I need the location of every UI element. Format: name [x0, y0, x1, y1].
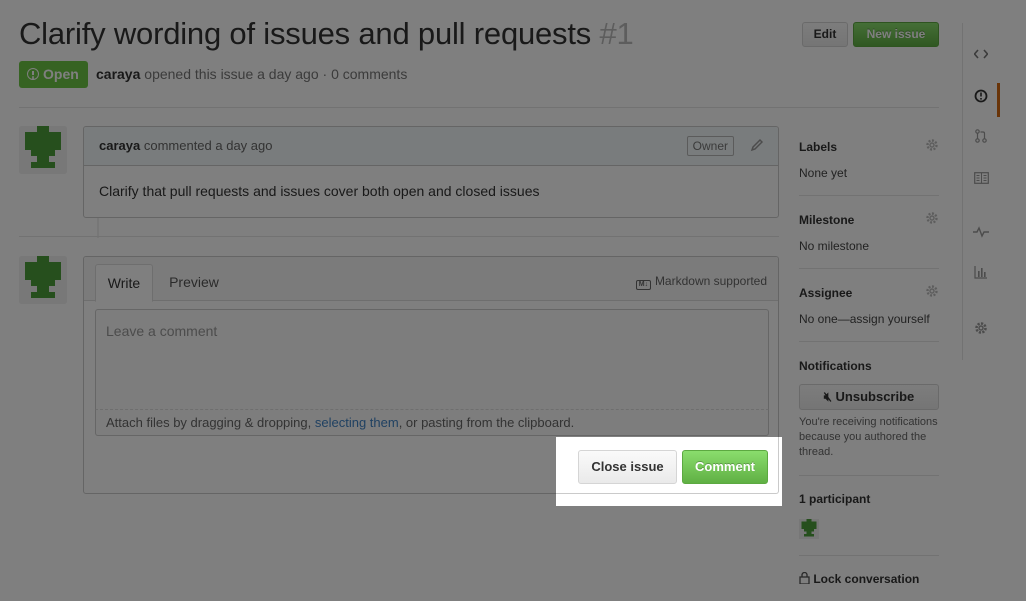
assignee-value[interactable]: No one—assign yourself	[799, 312, 939, 326]
issue-author-link[interactable]: caraya	[96, 66, 140, 82]
comment-box: caraya commented a day ago Owner Clarify…	[83, 126, 779, 218]
comment-body: Clarify that pull requests and issues co…	[99, 183, 540, 199]
issue-title-text: Clarify wording of issues and pull reque…	[19, 16, 592, 51]
notifications-note: You're receiving notifications because y…	[799, 416, 938, 458]
new-issue-button[interactable]: New issue	[853, 22, 939, 47]
issues-icon[interactable]	[972, 87, 990, 105]
wiki-icon[interactable]	[972, 169, 990, 187]
tab-write[interactable]: Write	[95, 264, 153, 302]
sidebar-divider	[799, 475, 939, 476]
comment-time[interactable]: commented a day ago	[144, 138, 273, 153]
select-files-link[interactable]: selecting them	[315, 415, 399, 430]
gear-icon[interactable]	[925, 138, 939, 157]
active-nav-indicator	[997, 83, 1000, 117]
notifications-title: Notifications	[799, 359, 872, 373]
markdown-icon: M↓	[635, 280, 651, 290]
attach-prefix: Attach files by dragging & dropping,	[106, 415, 315, 430]
graphs-icon[interactable]	[972, 263, 990, 281]
participants-section: 1 participant	[799, 492, 939, 506]
composer-tabs: Write Preview M↓ Markdown supported	[84, 257, 778, 302]
assignee-title: Assignee	[799, 286, 853, 300]
sidebar-divider	[799, 555, 939, 556]
repo-nav	[962, 23, 1026, 360]
milestone-value: No milestone	[799, 239, 870, 253]
lock-conversation-label: Lock conversation	[813, 572, 920, 586]
header-divider	[19, 107, 939, 108]
settings-icon[interactable]	[972, 319, 990, 337]
pencil-icon[interactable]	[750, 138, 764, 155]
issue-opened-icon	[27, 68, 39, 80]
issue-meta-text: opened this issue a day ago · 0 comments	[144, 66, 408, 82]
timeline-divider	[19, 236, 779, 237]
assignee-section: Assignee No one—assign yourself	[799, 284, 939, 326]
avatar[interactable]	[19, 126, 67, 174]
comment-header: caraya commented a day ago Owner	[84, 127, 778, 166]
issue-title: Clarify wording of issues and pull reque…	[19, 16, 634, 52]
timeline-line	[97, 218, 99, 238]
status-badge: Open	[19, 61, 88, 88]
comment-author-link[interactable]: caraya	[99, 138, 140, 153]
pull-request-icon[interactable]	[972, 127, 990, 145]
sidebar-divider	[799, 195, 939, 196]
sidebar-divider	[799, 268, 939, 269]
markdown-hint-text: Markdown supported	[654, 274, 767, 288]
code-icon[interactable]	[972, 45, 990, 63]
gear-icon[interactable]	[925, 211, 939, 230]
mute-icon: 🔇︎	[823, 389, 832, 404]
issue-meta: caraya opened this issue a day ago · 0 c…	[96, 66, 407, 82]
participant-avatar[interactable]	[799, 519, 819, 539]
markdown-hint[interactable]: M↓ Markdown supported	[635, 274, 767, 290]
milestone-title: Milestone	[799, 213, 855, 227]
attach-files-area[interactable]: Attach files by dragging & dropping, sel…	[95, 409, 769, 436]
unsubscribe-label: Unsubscribe	[835, 389, 915, 404]
pulse-icon[interactable]	[972, 223, 990, 241]
status-label: Open	[43, 66, 79, 82]
sidebar-divider	[799, 341, 939, 342]
lock-icon	[799, 571, 810, 586]
close-issue-button[interactable]: Close issue	[578, 450, 677, 484]
lock-conversation-link[interactable]: Lock conversation	[799, 571, 920, 586]
milestone-section: Milestone No milestone	[799, 211, 939, 253]
edit-button[interactable]: Edit	[802, 22, 848, 47]
participants-title: 1 participant	[799, 492, 871, 506]
attach-suffix: , or pasting from the clipboard.	[398, 415, 575, 430]
labels-value: None yet	[799, 166, 848, 180]
labels-title: Labels	[799, 140, 838, 154]
comment-textarea[interactable]: Leave a comment	[95, 309, 769, 409]
owner-badge: Owner	[686, 136, 734, 156]
labels-section: Labels None yet	[799, 138, 939, 180]
gear-icon[interactable]	[925, 284, 939, 303]
issue-number: #1	[599, 16, 634, 51]
comment-button[interactable]: Comment	[682, 450, 768, 484]
tab-preview[interactable]: Preview	[159, 264, 229, 302]
unsubscribe-button[interactable]: 🔇︎ Unsubscribe	[799, 384, 939, 410]
notifications-section: Notifications	[799, 359, 939, 373]
avatar[interactable]	[19, 256, 67, 304]
